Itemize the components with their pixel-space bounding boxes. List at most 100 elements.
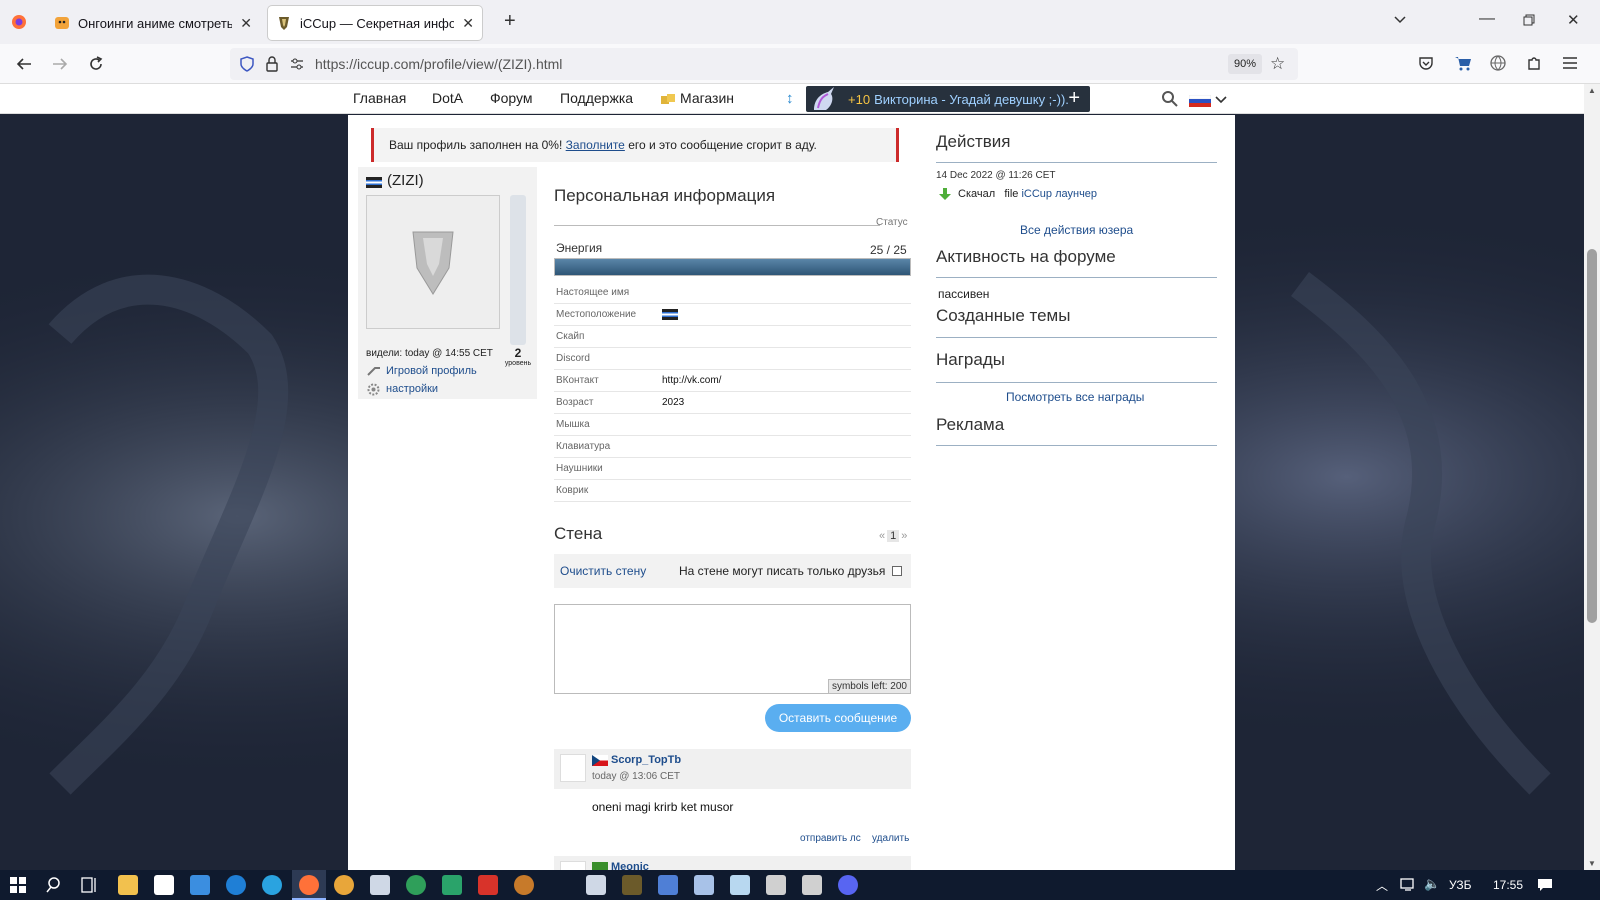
calculator-icon[interactable] (586, 875, 606, 895)
clock[interactable]: 17:55 (1493, 878, 1523, 892)
nav-shop[interactable]: Магазин (680, 90, 734, 106)
pocket-icon[interactable] (1418, 55, 1434, 71)
discord-icon[interactable] (838, 875, 858, 895)
mail-icon[interactable] (190, 875, 210, 895)
tray-chevron-icon[interactable]: ︿ (1376, 877, 1388, 894)
app-icon[interactable] (406, 875, 426, 895)
close-tab-icon[interactable]: ✕ (240, 15, 252, 32)
page-current[interactable]: 1 (887, 530, 900, 542)
app-icon[interactable] (442, 875, 462, 895)
wall-toolbar: Очистить стену На стене могут писать тол… (554, 554, 911, 588)
volume-icon[interactable]: 🔈 (1424, 876, 1440, 892)
info-row-label: Местоположение (556, 309, 637, 320)
telegram-icon[interactable] (262, 875, 282, 895)
nav-home[interactable]: Главная (353, 90, 406, 106)
notice-after: его и это сообщение сгорит в аду. (624, 138, 817, 152)
firefox-menu-icon[interactable] (11, 14, 27, 30)
browser-tab-active[interactable]: iCCup — Секретная информация ✕ (268, 6, 482, 40)
back-icon[interactable] (15, 55, 33, 73)
post-author-link[interactable]: Scorp_TopTb (611, 754, 681, 766)
avatar (366, 195, 500, 329)
expand-arrows-icon[interactable]: ↕ (786, 90, 794, 107)
lock-icon[interactable] (265, 56, 279, 72)
list-tabs-icon[interactable] (1393, 12, 1407, 26)
clear-wall-link[interactable]: Очистить стену (560, 564, 646, 578)
quiz-banner[interactable]: +10 Викторина - Угадай девушку ;-)). + (806, 86, 1090, 112)
store-icon[interactable] (154, 875, 174, 895)
friends-only-checkbox[interactable] (892, 566, 902, 576)
forward-icon[interactable] (51, 55, 69, 73)
send-pm-link[interactable]: отправить лс (800, 833, 861, 844)
created-topics-title: Созданные темы (936, 306, 1071, 325)
launcher-link[interactable]: iCCup лаунчер (1021, 188, 1097, 200)
tab-title: iCCup — Секретная информация (300, 15, 455, 31)
all-awards-link[interactable]: Посмотреть все награды (1006, 390, 1144, 404)
plus-icon[interactable]: + (1068, 87, 1080, 110)
minimize-icon[interactable]: — (1479, 10, 1495, 28)
all-actions-link[interactable]: Все действия юзера (1020, 223, 1133, 237)
energy-bar-fill (555, 259, 910, 275)
network-icon[interactable] (1400, 877, 1418, 891)
zoom-level[interactable]: 90% (1228, 54, 1263, 74)
nav-dota[interactable]: DotA (432, 90, 463, 106)
scrollbar-thumb[interactable] (1587, 249, 1597, 623)
file-explorer-icon[interactable] (118, 875, 138, 895)
nav-support[interactable]: Поддержка (560, 90, 633, 106)
wall-message-textarea[interactable]: symbols left: 200 (554, 604, 911, 694)
windows-start-icon[interactable] (10, 877, 26, 893)
app-icon[interactable] (370, 875, 390, 895)
page-prev[interactable]: « (879, 530, 885, 542)
scroll-up-icon[interactable]: ▲ (1588, 86, 1596, 95)
cart-extension-icon[interactable] (1454, 55, 1472, 71)
app-icon[interactable] (514, 875, 534, 895)
awards-rule (936, 382, 1217, 383)
app-icon[interactable] (802, 875, 822, 895)
close-tab-icon[interactable]: ✕ (462, 15, 474, 32)
app-icon[interactable] (658, 875, 678, 895)
fill-profile-link[interactable]: Заполните (566, 138, 625, 152)
notifications-icon[interactable] (1537, 878, 1553, 892)
post-author-link[interactable]: Meonic (611, 861, 649, 870)
tracking-shield-icon[interactable] (240, 56, 254, 72)
restore-icon[interactable] (1523, 14, 1535, 26)
url-bar[interactable]: https://iccup.com/profile/view/(ZIZI).ht… (230, 48, 1298, 80)
app-icon[interactable] (766, 875, 786, 895)
submit-message-button[interactable]: Оставить сообщение (765, 704, 911, 732)
delete-post-link[interactable]: удалить (872, 833, 909, 844)
reload-icon[interactable] (87, 55, 105, 73)
extensions-puzzle-icon[interactable] (1526, 55, 1542, 71)
edge-icon[interactable] (226, 875, 246, 895)
taskbar-search-icon[interactable] (46, 876, 64, 894)
nav-forum[interactable]: Форум (490, 90, 533, 106)
notepad-icon[interactable] (730, 875, 750, 895)
permissions-icon[interactable] (290, 57, 304, 71)
download-arrow-icon (938, 187, 952, 201)
info-row-divider (554, 479, 911, 480)
browser-tab[interactable]: Онгоинги аниме смотреть онлайн ✕ (46, 6, 260, 40)
close-window-icon[interactable]: ✕ (1567, 11, 1580, 29)
search-icon[interactable] (1161, 90, 1179, 108)
page-scrollbar[interactable]: ▲ ▼ (1584, 84, 1600, 870)
app-icon[interactable] (694, 875, 714, 895)
ads-title: Реклама (936, 415, 1005, 434)
url-text[interactable]: https://iccup.com/profile/view/(ZIZI).ht… (315, 56, 562, 72)
czech-flag-icon (592, 755, 608, 766)
language-dropdown-icon[interactable] (1215, 95, 1227, 105)
game-profile-link[interactable]: Игровой профиль (386, 365, 477, 377)
bookmark-star-icon[interactable]: ☆ (1270, 54, 1285, 74)
new-tab-icon[interactable]: + (504, 10, 516, 33)
acrobat-icon[interactable] (478, 875, 498, 895)
iccup-launcher-icon[interactable] (622, 875, 642, 895)
settings-link[interactable]: настройки (386, 383, 438, 395)
scroll-down-icon[interactable]: ▼ (1588, 859, 1596, 868)
firefox-taskbar-button[interactable] (292, 870, 326, 900)
awards-title: Награды (936, 350, 1005, 369)
app-icon[interactable] (334, 875, 354, 895)
page-next[interactable]: » (901, 530, 907, 542)
topics-rule (936, 337, 1217, 338)
globe-extension-icon[interactable] (1490, 55, 1506, 71)
input-language[interactable]: УЗБ (1449, 878, 1471, 892)
russian-flag-icon[interactable] (1189, 95, 1211, 107)
task-view-icon[interactable] (81, 877, 99, 893)
app-menu-icon[interactable] (1562, 56, 1578, 70)
